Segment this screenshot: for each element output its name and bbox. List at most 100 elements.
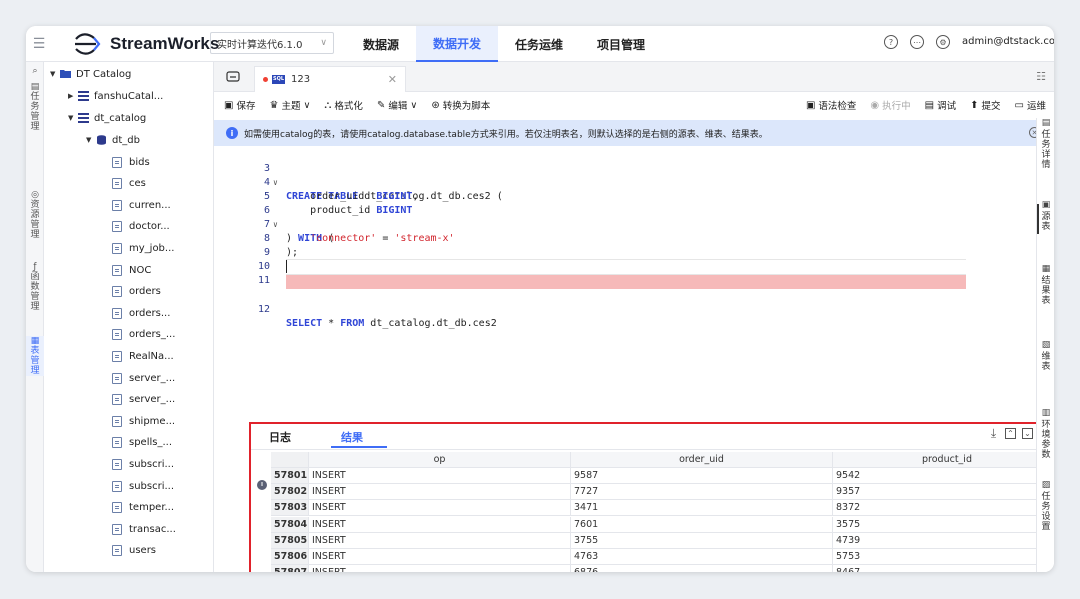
rail-item-functions[interactable]: ƒ 函数管理 <box>26 262 44 312</box>
tree-node-table[interactable]: subscri... <box>112 455 174 473</box>
tree-node-table[interactable]: temper... <box>112 499 174 517</box>
tab-sql-123[interactable]: SQL 123 ✕ <box>254 66 406 92</box>
menu-icon[interactable]: ☰ <box>26 26 52 62</box>
column-header[interactable]: op <box>309 452 571 467</box>
detail-icon: ▤ <box>1041 118 1051 128</box>
theme-dropdown[interactable]: ♛ 主题 ∨ <box>269 98 311 113</box>
nav-data-development[interactable]: 数据开发 <box>416 26 499 62</box>
tree-node-table[interactable]: subscri... <box>112 477 174 495</box>
rail-item-tables[interactable]: ▦ 表管理 <box>26 336 44 376</box>
rail-item-resources[interactable]: ◎ 资源管理 <box>26 190 44 240</box>
tree-node-table[interactable]: bids <box>112 153 150 171</box>
tree-node-root[interactable]: ▼ DT Catalog <box>50 65 131 83</box>
tree-node-table[interactable]: NOC <box>112 261 151 279</box>
gear-icon: ◎ <box>31 190 39 200</box>
chevron-down-icon: ∨ <box>303 99 311 111</box>
debug-button[interactable]: ▤ 调试 <box>924 98 956 113</box>
tab-log[interactable]: 日志 <box>269 429 291 445</box>
table-icon <box>112 156 122 168</box>
edit-dropdown[interactable]: ✎ 编辑 ∨ <box>376 98 417 113</box>
right-panel-item[interactable]: ▧ 维表 <box>1039 340 1053 372</box>
maximize-icon[interactable]: ⌃ <box>1005 428 1016 439</box>
table-row[interactable]: 57807INSERT68768467 <box>271 565 1054 572</box>
right-panel-item[interactable]: ▨ 任务设置 <box>1039 480 1053 532</box>
message-icon[interactable]: ⋯ <box>910 35 924 49</box>
tree-node-table[interactable]: users <box>112 542 156 560</box>
sql-editor[interactable]: 3 ∨ CREATE TABLE dt_catalog.dt_db.ces2 (… <box>214 148 1034 418</box>
table-row[interactable]: 57804 INSERT 7601 3575 <box>271 516 1054 533</box>
minimize-icon[interactable]: ⌄ <box>1022 428 1033 439</box>
tree-node-table[interactable]: orders <box>112 283 161 301</box>
download-icon[interactable]: ⤓ <box>988 426 999 440</box>
result-table-icon: ▦ <box>1041 264 1051 274</box>
tree-node-table[interactable]: spells_... <box>112 434 172 452</box>
right-panel-item[interactable]: ▤ 任务详情 <box>1039 118 1053 170</box>
user-account[interactable]: admin@dtstack.com <box>962 36 1054 47</box>
submit-button[interactable]: ⬆ 提交 <box>970 98 1000 113</box>
settings-gear-icon[interactable]: ⚙ <box>936 35 950 49</box>
nav-datasource[interactable]: 数据源 <box>346 26 416 62</box>
tree-node-table[interactable]: ces <box>112 175 146 193</box>
nav-task-ops[interactable]: 任务运维 <box>498 26 580 62</box>
pencil-icon: ✎ <box>376 99 386 111</box>
rail-item-tasks[interactable]: ▤ 任务管理 <box>26 82 44 132</box>
table-icon <box>112 394 122 406</box>
tab-list-menu-icon[interactable]: ☷ <box>1036 70 1046 83</box>
tree-node-table[interactable]: shipme... <box>112 412 175 430</box>
right-panel-item[interactable]: ▥ 环境参数 <box>1039 408 1053 460</box>
search-icon[interactable]: ⌕ <box>26 66 44 76</box>
tree-node-table[interactable]: server_... <box>112 369 175 387</box>
app-logo[interactable]: StreamWorks <box>72 30 219 58</box>
nav-project-management[interactable]: 项目管理 <box>580 26 662 62</box>
catalog-icon <box>78 113 89 123</box>
pause-badge-icon[interactable]: II <box>257 480 267 490</box>
help-icon[interactable]: ? <box>884 35 898 49</box>
cell-order-uid: 4763 <box>571 549 833 564</box>
debug-icon: ▤ <box>924 99 935 111</box>
tree-node-table[interactable]: transac... <box>112 520 176 538</box>
table-row[interactable]: 57805 INSERT 3755 4739 <box>271 532 1054 549</box>
ops-button[interactable]: ▭ 运维 <box>1014 98 1046 113</box>
tree-node-label: dt_db <box>112 134 140 146</box>
convert-to-script-button[interactable]: ⊛ 转换为脚本 <box>431 98 490 113</box>
tree-node-table[interactable]: curren... <box>112 196 171 214</box>
tree-node-table[interactable]: orders_... <box>112 326 175 344</box>
right-panel-item[interactable]: ▦ 结果表 <box>1039 264 1053 306</box>
table-row[interactable]: 57806 INSERT 4763 5753 <box>271 549 1054 565</box>
code-line: 7 'connector' = 'stream-x' <box>214 204 1034 244</box>
save-button[interactable]: ▣ 保存 <box>224 98 255 113</box>
tree-node-table[interactable]: my_job... <box>112 239 174 257</box>
running-button[interactable]: ◉ 执行中 <box>870 98 910 113</box>
tree-node-label: RealNa... <box>129 350 174 362</box>
cell-product-id: 8467 <box>833 565 1054 572</box>
table-row[interactable]: 57802 INSERT 7727 9357 <box>271 484 1054 501</box>
home-tab-icon[interactable] <box>222 67 244 87</box>
tree-node-catalog[interactable]: ▶ fanshuCatal... <box>68 87 163 105</box>
cell-product-id: 9357 <box>833 484 1054 499</box>
right-panel-label: 维表 <box>1041 352 1051 372</box>
tree-node-table[interactable]: doctor... <box>112 218 170 236</box>
code-line: 10 <box>214 246 1034 272</box>
main-nav: 数据源 数据开发 任务运维 项目管理 <box>346 26 662 62</box>
project-select[interactable]: 实时计算迭代6.1.0 ∨ <box>210 32 334 54</box>
tab-results[interactable]: 结果 <box>341 429 363 445</box>
cell-product-id: 8372 <box>833 500 1054 515</box>
code-line: 9 <box>214 232 1034 258</box>
caret-down-icon: ▼ <box>50 70 56 78</box>
format-button[interactable]: ⛬ 格式化 <box>324 98 363 113</box>
tree-node-table[interactable]: RealNa... <box>112 347 174 365</box>
cell-product-id: 4739 <box>833 533 1054 548</box>
table-row[interactable]: 57803 INSERT 3471 8372 <box>271 500 1054 517</box>
table-row[interactable]: 57801 INSERT 9587 9542 <box>271 468 1054 484</box>
close-icon[interactable]: ✕ <box>388 73 397 86</box>
column-header[interactable]: product_id <box>833 452 1054 467</box>
tree-node-table[interactable]: orders... <box>112 304 170 322</box>
right-panel-item[interactable]: ▣ 源表 <box>1039 200 1053 232</box>
project-select-value: 实时计算迭代6.1.0 <box>217 39 303 51</box>
tree-node-catalog[interactable]: ▼ dt_catalog <box>68 109 146 127</box>
tree-node-database[interactable]: ▼ dt_db <box>86 131 140 149</box>
tree-node-table[interactable]: server_... <box>112 391 175 409</box>
syntax-check-button[interactable]: ▣ 语法检查 <box>806 98 856 113</box>
monitor-icon: ▭ <box>1014 99 1024 111</box>
column-header[interactable]: order_uid <box>571 452 833 467</box>
